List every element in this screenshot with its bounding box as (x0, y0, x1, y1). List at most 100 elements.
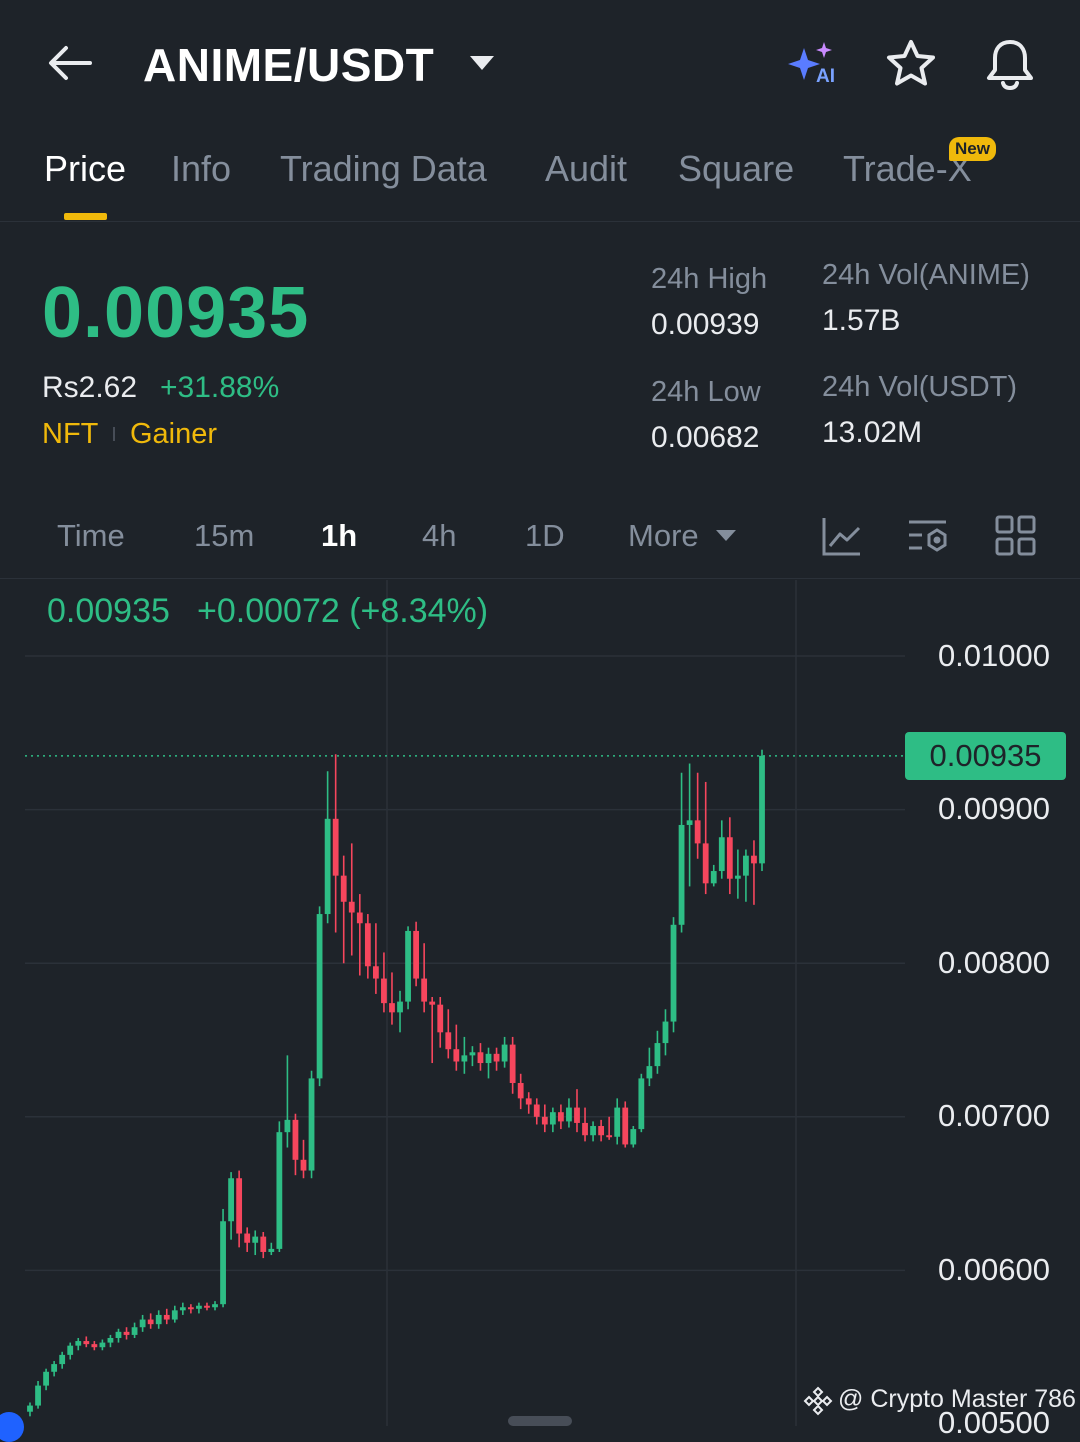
candle-body-79 (662, 1021, 669, 1044)
tag-gainer[interactable]: Gainer (130, 418, 217, 451)
tab-audit[interactable]: Audit (545, 148, 627, 190)
candle-body-5 (67, 1345, 74, 1355)
candle-body-9 (99, 1342, 106, 1348)
candle-body-54 (461, 1055, 468, 1062)
fiat-price: Rs2.62 (42, 371, 138, 404)
candle-body-10 (107, 1337, 114, 1343)
y-tick-4: 0.00600 (937, 1252, 1050, 1287)
vol-base-label: 24h Vol(ANIME) (822, 259, 1030, 291)
candle-body-60 (509, 1044, 516, 1084)
candle-body-69 (582, 1122, 588, 1136)
indicator-button[interactable] (820, 514, 864, 558)
ai-badge-text: AI (816, 66, 835, 87)
ai-button[interactable]: AI (786, 40, 842, 90)
candle-body-83 (694, 820, 701, 844)
candle-body-46 (397, 1001, 403, 1013)
candle-body-31 (276, 1132, 283, 1249)
tabs-divider (0, 221, 1080, 222)
chart-settings-button[interactable] (906, 516, 952, 558)
layout-button[interactable] (995, 515, 1037, 557)
interval-4h[interactable]: 4h (422, 518, 456, 554)
candle-body-35 (308, 1078, 315, 1171)
y-tick-2: 0.00800 (937, 945, 1050, 980)
alert-button[interactable] (982, 36, 1038, 92)
back-button[interactable] (44, 40, 96, 86)
bell-icon (987, 40, 1033, 91)
candle-body-73 (614, 1107, 621, 1137)
candle-body-57 (485, 1053, 492, 1064)
chart-head-change: +0.00072 (+8.34%) (197, 592, 489, 630)
candle-body-34 (300, 1159, 307, 1171)
y-tick-3: 0.00700 (937, 1098, 1050, 1133)
floating-dot[interactable] (0, 1412, 24, 1442)
candle-body-42 (364, 923, 371, 967)
interval-1h[interactable]: 1h (321, 518, 357, 554)
tab-square[interactable]: Square (678, 148, 794, 190)
low-value: 0.00682 (651, 421, 760, 454)
tab-info[interactable]: Info (171, 148, 231, 190)
candle-body-8 (91, 1344, 98, 1348)
chart-head-price: 0.00935 (47, 592, 170, 630)
candle-body-40 (348, 901, 355, 913)
candle-body-67 (566, 1107, 572, 1122)
candle-body-28 (252, 1236, 259, 1243)
candle-body-23 (212, 1304, 218, 1308)
candle-body-68 (574, 1107, 580, 1123)
candle-body-50 (429, 1001, 436, 1005)
candle-body-52 (445, 1032, 452, 1050)
candle-body-53 (453, 1049, 460, 1062)
candle-body-39 (340, 875, 347, 902)
candle-body-76 (638, 1078, 645, 1130)
candle-body-61 (517, 1083, 524, 1099)
chart-indicator-icon (822, 518, 861, 556)
candle-body-55 (469, 1052, 476, 1056)
pair-title[interactable]: ANIME/USDT (143, 38, 434, 92)
interval-1d[interactable]: 1D (525, 518, 565, 554)
price-change-percent: +31.88% (160, 371, 280, 404)
tab-trading-data[interactable]: Trading Data (280, 148, 487, 190)
candle-body-63 (533, 1104, 540, 1117)
active-tab-indicator (64, 213, 107, 220)
candle-body-65 (549, 1112, 556, 1125)
watermark-logo-icon (803, 1386, 833, 1416)
high-value: 0.00939 (651, 308, 760, 341)
candle-body-16 (155, 1314, 162, 1325)
favorite-button[interactable] (884, 38, 938, 90)
candle-body-59 (501, 1044, 508, 1062)
candle-body-78 (654, 1043, 661, 1067)
candlestick-chart[interactable] (0, 580, 1080, 1426)
candle-body-22 (204, 1305, 210, 1308)
candle-body-19 (179, 1307, 186, 1311)
candle-body-88 (734, 875, 741, 879)
last-price-tag: 0.00935 (905, 732, 1066, 780)
watermark-text: @ Crypto Master 786 (838, 1385, 1076, 1413)
vol-quote-label: 24h Vol(USDT) (822, 371, 1018, 403)
interval-more[interactable]: More (628, 518, 699, 554)
home-indicator (508, 1416, 572, 1426)
candle-body-71 (598, 1126, 605, 1136)
candle-body-72 (606, 1135, 613, 1138)
star-icon (887, 40, 935, 86)
candle-body-75 (630, 1129, 637, 1145)
candle-body-49 (421, 978, 428, 1002)
candle-body-27 (244, 1233, 251, 1243)
interval-time[interactable]: Time (57, 518, 125, 554)
candle-body-25 (228, 1178, 234, 1222)
candle-body-45 (389, 1003, 395, 1013)
candle-body-26 (236, 1178, 243, 1234)
tab-price[interactable]: Price (44, 148, 126, 190)
candle-body-17 (163, 1314, 170, 1320)
interval-15m[interactable]: 15m (194, 518, 254, 554)
tag-nft[interactable]: NFT (42, 418, 98, 451)
y-tick-1: 0.00900 (937, 791, 1050, 826)
candle-body-24 (220, 1221, 226, 1305)
candle-body-89 (743, 855, 749, 876)
candle-body-11 (115, 1331, 122, 1338)
candle-body-38 (332, 818, 339, 876)
pair-dropdown-caret-icon[interactable] (470, 56, 494, 70)
candle-body-36 (316, 914, 323, 1079)
back-arrow-icon (49, 46, 92, 80)
candle-body-91 (759, 755, 765, 864)
high-label: 24h High (651, 263, 768, 295)
candle-body-70 (590, 1126, 596, 1136)
